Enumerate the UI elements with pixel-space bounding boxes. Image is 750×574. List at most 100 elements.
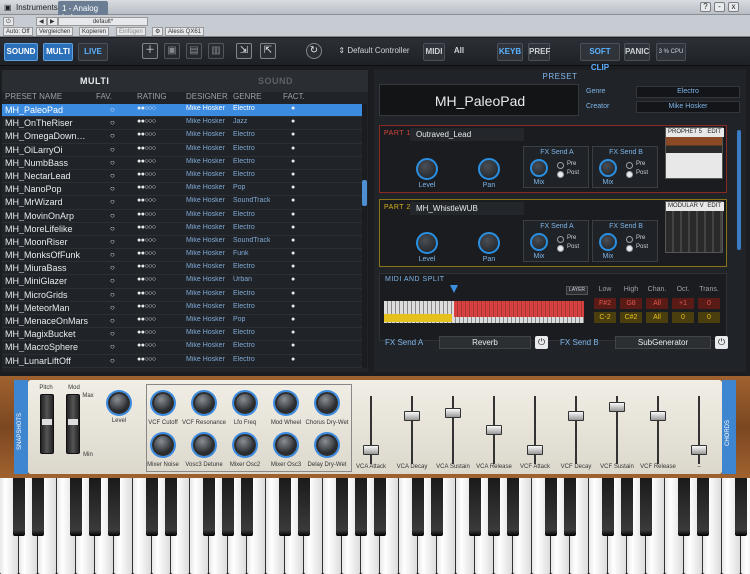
black-key[interactable] [469, 478, 481, 536]
fader-handle-0[interactable] [363, 445, 379, 456]
black-key[interactable] [640, 478, 652, 536]
table-row[interactable]: MH_LunarLiftOff ○ ●●○○○ Mike Hosker Electro ● [2, 355, 362, 368]
synth-knob-top-2[interactable] [234, 392, 256, 414]
table-row[interactable]: MH_MenaceOnMars ○ ●●○○○ Mike Hosker Pop ● [2, 315, 362, 329]
part1-instrument-thumb[interactable]: PROPHET 5 EDIT [665, 127, 724, 179]
part1-fxa-pre-radio[interactable] [557, 162, 564, 169]
synth-knob-bottom-0[interactable] [152, 434, 174, 456]
table-row[interactable]: MH_OiLarryOi ○ ●●○○○ Mike Hosker Electro ● [2, 144, 362, 157]
table-row[interactable]: MH_MicroGrids ○ ●●○○○ Mike Hosker Electro ● [2, 289, 362, 302]
part2-chan[interactable]: All [646, 312, 668, 323]
fader-handle-1[interactable] [404, 410, 420, 421]
black-key[interactable] [564, 478, 576, 536]
part1-high[interactable]: G8 [620, 298, 642, 309]
delete-icon[interactable]: ▥ [208, 43, 224, 59]
fav-cell[interactable]: ○ [110, 290, 115, 299]
fx-send-a-select[interactable]: Reverb [439, 336, 531, 349]
fader-handle-8[interactable] [691, 445, 707, 456]
table-row[interactable]: MH_NumbBass ○ ●●○○○ Mike Hosker Electro ● [2, 157, 362, 170]
fav-cell[interactable]: ○ [110, 263, 115, 272]
part1-fxb-pre-radio[interactable] [626, 162, 633, 169]
table-row[interactable]: MH_MiuraBass ○ ●●○○○ Mike Hosker Electro ● [2, 262, 362, 276]
part1-preset-name[interactable]: Outraved_Lead [410, 128, 524, 141]
rating-cell[interactable]: ●●○○○ [137, 329, 156, 336]
part1-fxa-post-radio[interactable] [557, 171, 564, 178]
col-fav[interactable]: FAV. [96, 92, 112, 101]
fav-cell[interactable]: ○ [110, 211, 115, 220]
fader-handle-5[interactable] [568, 410, 584, 421]
col-rating[interactable]: RATING [137, 92, 167, 101]
part1-pan-knob[interactable] [478, 158, 500, 180]
fav-cell[interactable]: ○ [110, 131, 115, 140]
part2-fxb-mix-knob[interactable] [599, 233, 617, 251]
rating-cell[interactable]: ●●○○○ [137, 290, 156, 297]
black-key[interactable] [108, 478, 120, 536]
fx-send-b-select[interactable]: SubGenerator [615, 336, 711, 349]
fav-cell[interactable]: ○ [110, 316, 115, 325]
virtual-keyboard[interactable] [0, 478, 750, 574]
part2-fxb-post-radio[interactable] [626, 245, 633, 252]
black-key[interactable] [336, 478, 348, 536]
fav-cell[interactable]: ○ [110, 276, 115, 285]
part1-fxb-post-radio[interactable] [626, 171, 633, 178]
black-key[interactable] [70, 478, 82, 536]
rating-cell[interactable]: ●●○○○ [137, 158, 156, 165]
rating-cell[interactable]: ●●○○○ [137, 237, 156, 244]
fav-cell[interactable]: ○ [110, 303, 115, 312]
part1-oct[interactable]: +1 [672, 298, 694, 309]
import-icon[interactable]: ⇲ [236, 43, 252, 59]
part2-level-knob[interactable] [416, 232, 438, 254]
synth-knob-bottom-2[interactable] [234, 434, 256, 456]
part1-range-bar[interactable] [454, 301, 584, 317]
fav-cell[interactable]: ○ [110, 342, 115, 351]
fav-cell[interactable]: ○ [110, 250, 115, 259]
export-icon[interactable]: ⇱ [260, 43, 276, 59]
black-key[interactable] [621, 478, 633, 536]
browser-multi-tab[interactable]: MULTI [80, 76, 109, 86]
rating-cell[interactable]: ●●○○○ [137, 342, 156, 349]
table-row[interactable]: MH_MacroSphere ○ ●●○○○ Mike Hosker Electro ● [2, 341, 362, 355]
black-key[interactable] [697, 478, 709, 536]
fader-handle-6[interactable] [609, 401, 625, 412]
rating-cell[interactable]: ●●○○○ [137, 105, 156, 112]
part1-fxa-mix-knob[interactable] [530, 159, 548, 177]
rating-cell[interactable]: ●●○○○ [137, 118, 156, 125]
sound-mode-button[interactable]: SOUND [4, 43, 38, 61]
black-key[interactable] [488, 478, 500, 536]
black-key[interactable] [32, 478, 44, 536]
part1-level-knob[interactable] [416, 158, 438, 180]
paste-button[interactable]: Einfügen [116, 27, 146, 36]
part2-high[interactable]: C#2 [620, 312, 642, 323]
rating-cell[interactable]: ●●○○○ [137, 356, 156, 363]
fader-handle-4[interactable] [527, 445, 543, 456]
part2-trans[interactable]: 0 [698, 312, 720, 323]
help-button[interactable]: ? [700, 2, 711, 12]
browser-sound-tab[interactable]: SOUND [258, 76, 293, 86]
next-preset-button[interactable]: ▶ [47, 17, 58, 26]
black-key[interactable] [146, 478, 158, 536]
scroll-thumb[interactable] [362, 180, 367, 206]
fav-cell[interactable]: ○ [110, 105, 115, 114]
rating-cell[interactable]: ●●○○○ [137, 224, 156, 231]
pref-button[interactable]: PREF [528, 43, 550, 61]
black-key[interactable] [298, 478, 310, 536]
part1-chan[interactable]: All [646, 298, 668, 309]
black-key[interactable] [602, 478, 614, 536]
col-preset-name[interactable]: PRESET NAME [5, 92, 62, 101]
table-row[interactable]: MH_OnTheRiser ○ ●●○○○ Mike Hosker Jazz ● [2, 117, 362, 131]
rating-cell[interactable]: ●●○○○ [137, 250, 156, 257]
black-key[interactable] [165, 478, 177, 536]
fader-handle-7[interactable] [650, 410, 666, 421]
rating-cell[interactable]: ●●○○○ [137, 145, 156, 152]
rating-cell[interactable]: ●●○○○ [137, 131, 156, 138]
host-preset-dropdown[interactable]: default* [58, 17, 148, 26]
browser-scrollbar[interactable] [362, 104, 367, 368]
fav-cell[interactable]: ○ [110, 237, 115, 246]
table-row[interactable]: MH_MovinOnArp ○ ●●○○○ Mike Hosker Electro ● [2, 210, 362, 223]
synth-knob-bottom-3[interactable] [275, 434, 297, 456]
table-row[interactable]: MH_MonksOfFunk ○ ●●○○○ Mike Hosker Funk ● [2, 249, 362, 263]
synth-knob-top-4[interactable] [316, 392, 338, 414]
fav-cell[interactable]: ○ [110, 118, 115, 127]
power-icon[interactable]: ⏻ [3, 17, 14, 26]
black-key[interactable] [431, 478, 443, 536]
